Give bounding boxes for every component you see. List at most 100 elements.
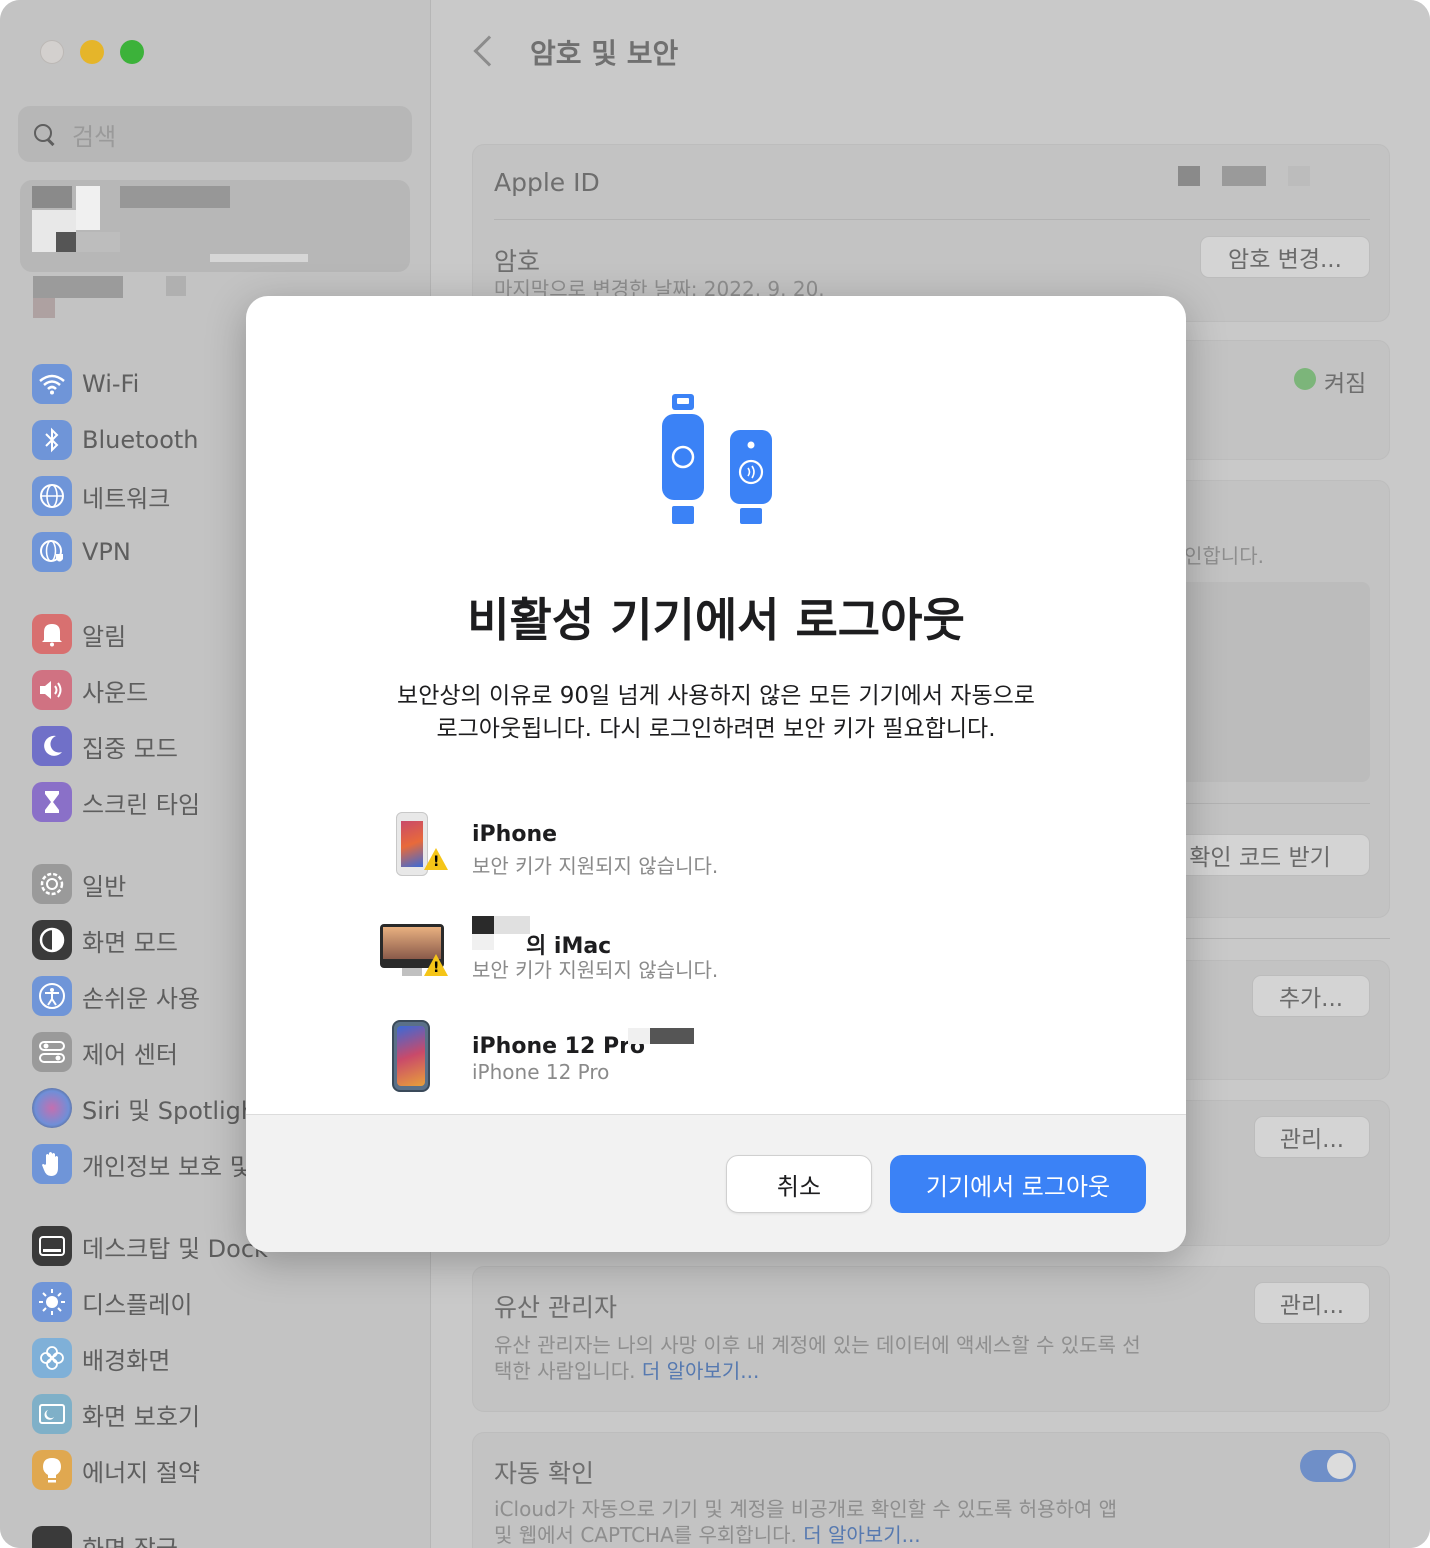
sidebar-item-screensaver[interactable]: 화면 보호기 bbox=[32, 1392, 200, 1436]
minimize-window-button[interactable] bbox=[80, 40, 104, 64]
redacted-owner bbox=[650, 1028, 694, 1044]
sidebar-item-label: VPN bbox=[82, 538, 131, 566]
toggles-icon bbox=[32, 1032, 72, 1072]
two-factor-status: 켜짐 bbox=[1324, 371, 1367, 397]
sidebar-item-label: Bluetooth bbox=[82, 426, 199, 454]
auto-verify-learn-more-link[interactable]: 더 알아보기... bbox=[803, 1523, 920, 1547]
imac-stand bbox=[402, 968, 422, 976]
manage-recovery-button[interactable]: 관리... bbox=[1254, 1116, 1370, 1158]
sidebar-item-label: 제어 센터 bbox=[82, 1040, 178, 1069]
sidebar-item-wifi[interactable]: Wi-Fi bbox=[32, 362, 139, 406]
auto-verify-toggle[interactable] bbox=[1300, 1450, 1356, 1482]
lock-icon bbox=[32, 1526, 72, 1548]
redacted-name bbox=[120, 186, 230, 208]
sidebar-item-accessibility[interactable]: 손쉬운 사용 bbox=[32, 974, 200, 1018]
vpn-globe-icon bbox=[32, 532, 72, 572]
screensaver-icon bbox=[32, 1394, 72, 1434]
wifi-icon bbox=[32, 364, 72, 404]
sidebar-item-control-center[interactable]: 제어 센터 bbox=[32, 1030, 178, 1074]
trusted-numbers-desc: 인합니다. bbox=[1184, 544, 1264, 568]
warning-mark: ! bbox=[433, 960, 440, 976]
cancel-button[interactable]: 취소 bbox=[726, 1155, 872, 1213]
auto-verify-desc-1: iCloud가 자동으로 기기 및 계정을 비공개로 확인할 수 있도록 허용하… bbox=[494, 1497, 1118, 1521]
sidebar-item-label: 스크린 타임 bbox=[82, 790, 201, 819]
gear-icon bbox=[32, 864, 72, 904]
sidebar-item-sound[interactable]: 사운드 bbox=[32, 668, 148, 712]
sidebar-item-label: 사운드 bbox=[82, 678, 149, 707]
speaker-icon bbox=[32, 670, 72, 710]
sidebar-item-desktop-dock[interactable]: 데스크탑 및 Dock bbox=[32, 1224, 268, 1268]
security-keys-icon bbox=[662, 394, 772, 524]
sidebar-item-label: 화면 모드 bbox=[82, 928, 178, 957]
legacy-learn-more-link[interactable]: 더 알아보기... bbox=[642, 1359, 759, 1383]
sign-out-devices-button[interactable]: 기기에서 로그아웃 bbox=[890, 1155, 1146, 1213]
sidebar-item-appearance[interactable]: 화면 모드 bbox=[32, 918, 178, 962]
device-status: 보안 키가 지원되지 않습니다. bbox=[472, 958, 719, 982]
dialog-description-line-1: 보안상의 이유로 90일 넘게 사용하지 않은 모든 기기에서 자동으로 bbox=[397, 683, 1035, 709]
sidebar-item-bluetooth[interactable]: Bluetooth bbox=[32, 418, 199, 462]
redacted-owner bbox=[472, 934, 494, 950]
flower-icon bbox=[32, 1338, 72, 1378]
redacted-apple-id bbox=[1222, 166, 1266, 186]
appearance-icon bbox=[32, 920, 72, 960]
account-card[interactable] bbox=[20, 180, 410, 272]
trusted-numbers-list bbox=[1186, 582, 1370, 782]
sidebar-item-label: 화면 보호기 bbox=[82, 1402, 201, 1431]
warning-mark: ! bbox=[433, 854, 440, 870]
redacted-block bbox=[56, 232, 76, 252]
sidebar-item-label: 화면 잠금 bbox=[82, 1529, 178, 1548]
sidebar-item-label: 디스플레이 bbox=[82, 1290, 193, 1319]
sidebar-item-label: 손쉬운 사용 bbox=[82, 984, 201, 1013]
device-row-imac: ! 의 iMac 보안 키가 지원되지 않습니다. bbox=[376, 916, 876, 996]
page-title: 암호 및 보안 bbox=[530, 37, 679, 70]
sidebar-item-displays[interactable]: 디스플레이 bbox=[32, 1280, 192, 1324]
apple-id-label: Apple ID bbox=[494, 168, 600, 197]
search-placeholder: 검색 bbox=[72, 122, 117, 151]
sidebar-item-focus[interactable]: 집중 모드 bbox=[32, 724, 178, 768]
sidebar-item-vpn[interactable]: VPN bbox=[32, 530, 131, 574]
settings-window: 검색 Wi-Fi Bluetooth 네트워크 VPN 알림 사운드 집중 모드… bbox=[0, 0, 1430, 1548]
redacted-apple-id bbox=[1288, 166, 1310, 186]
zoom-window-button[interactable] bbox=[120, 40, 144, 64]
sidebar-item-siri[interactable]: Siri 및 Spotlight bbox=[32, 1086, 266, 1130]
sidebar-item-label: Wi-Fi bbox=[82, 370, 140, 398]
search-icon bbox=[32, 122, 56, 146]
sidebar-item-lock-screen[interactable]: 화면 잠금 bbox=[32, 1524, 178, 1548]
auto-verify-desc-2: 및 웹에서 CAPTCHA를 우회합니다. 더 알아보기... bbox=[494, 1522, 921, 1548]
moon-icon bbox=[32, 726, 72, 766]
sidebar-item-notifications[interactable]: 알림 bbox=[32, 612, 126, 656]
hourglass-icon bbox=[32, 782, 72, 822]
manage-legacy-button[interactable]: 관리... bbox=[1254, 1282, 1370, 1324]
sidebar-item-screen-time[interactable]: 스크린 타임 bbox=[32, 780, 200, 824]
add-button[interactable]: 추가... bbox=[1252, 975, 1370, 1017]
close-window-button[interactable] bbox=[40, 40, 64, 64]
globe-icon bbox=[32, 476, 72, 516]
password-label: 암호 bbox=[494, 247, 541, 276]
dialog-title: 비활성 기기에서 로그아웃 bbox=[467, 593, 965, 647]
redacted-block bbox=[210, 254, 308, 262]
device-status: 보안 키가 지원되지 않습니다. bbox=[472, 854, 719, 878]
bulb-icon bbox=[32, 1450, 72, 1490]
window-controls bbox=[40, 40, 144, 64]
search-input[interactable]: 검색 bbox=[18, 106, 412, 162]
change-password-button[interactable]: 암호 변경... bbox=[1200, 236, 1370, 278]
sign-out-inactive-devices-dialog: 비활성 기기에서 로그아웃 보안상의 이유로 90일 넘게 사용하지 않은 모든… bbox=[246, 296, 1186, 1252]
status-on-dot-icon bbox=[1294, 368, 1316, 390]
sidebar-item-general[interactable]: 일반 bbox=[32, 862, 126, 906]
sun-icon bbox=[32, 1282, 72, 1322]
legacy-contact-desc-2: 택한 사람입니다. 더 알아보기... bbox=[494, 1358, 759, 1384]
divider bbox=[1186, 803, 1370, 804]
redacted-family bbox=[166, 276, 186, 296]
sidebar-item-label: 일반 bbox=[82, 872, 127, 901]
siri-icon bbox=[32, 1088, 72, 1128]
dock-icon bbox=[32, 1226, 72, 1266]
auto-verify-desc-text: 및 웹에서 CAPTCHA를 우회합니다. bbox=[494, 1523, 797, 1547]
device-model: iPhone 12 Pro bbox=[472, 1060, 610, 1084]
bell-icon bbox=[32, 614, 72, 654]
legacy-desc-text: 택한 사람입니다. bbox=[494, 1359, 636, 1383]
sidebar-item-energy[interactable]: 에너지 절약 bbox=[32, 1448, 200, 1492]
sidebar-item-label: 배경화면 bbox=[82, 1346, 171, 1375]
redacted-owner bbox=[494, 916, 530, 934]
sidebar-item-wallpaper[interactable]: 배경화면 bbox=[32, 1336, 170, 1380]
sidebar-item-network[interactable]: 네트워크 bbox=[32, 474, 170, 518]
